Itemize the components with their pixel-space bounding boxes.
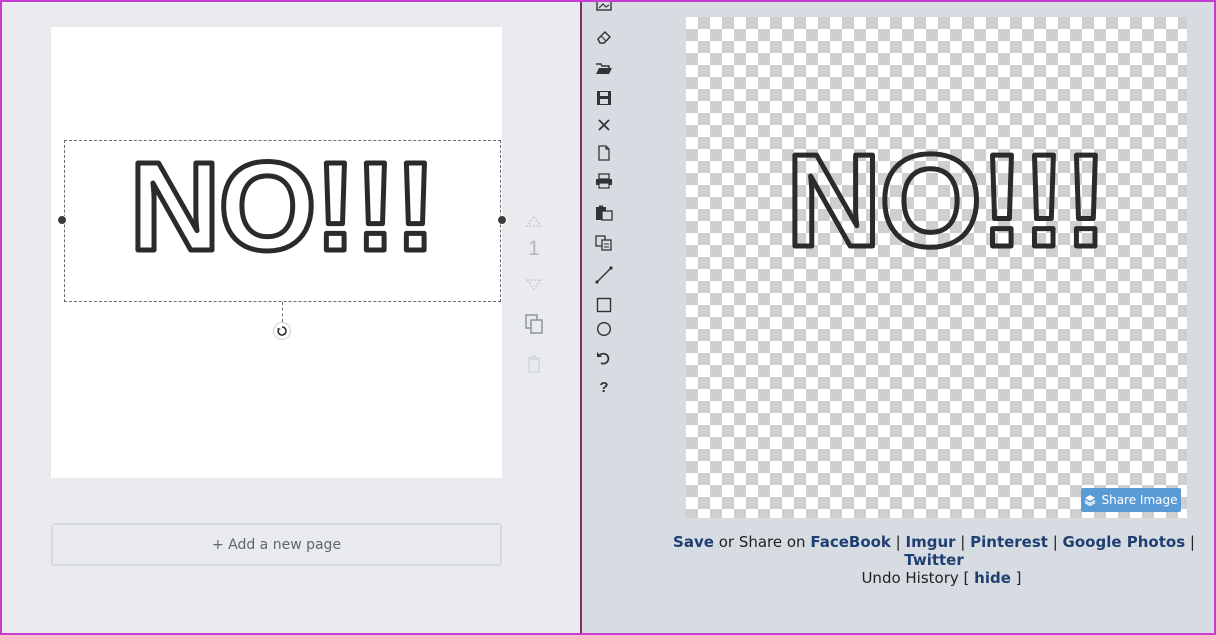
tool-rectangle[interactable] — [592, 294, 616, 316]
bracket-open: [ — [958, 569, 975, 587]
add-page-button[interactable]: + Add a new page — [51, 523, 502, 566]
design-editor-pane: NO!!! 1 + Add a new page — [0, 0, 581, 635]
tool-copy[interactable] — [592, 232, 616, 254]
tool-undo[interactable] — [592, 347, 616, 369]
tool-new[interactable] — [592, 142, 616, 164]
canvas-text-value: NO!!! — [786, 140, 1106, 260]
line-icon — [595, 266, 613, 284]
separator: | — [955, 533, 971, 551]
page-number: 1 — [528, 237, 540, 260]
undo-history-label: Undo History — [861, 569, 959, 587]
copy-icon — [595, 235, 612, 251]
save-icon — [597, 91, 611, 105]
share-text: or Share on — [713, 533, 811, 551]
rotate-connector — [282, 302, 283, 322]
tool-image[interactable] — [592, 0, 616, 16]
facebook-link[interactable]: FaceBook — [810, 533, 891, 551]
paint-app-pane: ? NO!!! Share Image Save or Share on Fac… — [582, 0, 1216, 635]
drawing-canvas[interactable] — [686, 17, 1187, 518]
canvas-text-element: NO!!! — [784, 140, 1111, 260]
tool-close[interactable] — [592, 114, 616, 136]
duplicate-page-button[interactable] — [521, 312, 547, 336]
tool-eraser[interactable] — [592, 26, 616, 48]
save-link[interactable]: Save — [673, 533, 714, 551]
share-image-button[interactable]: Share Image — [1081, 488, 1181, 512]
undo-history: Undo History [ hide ] — [582, 569, 1216, 587]
hide-undo-link[interactable]: hide — [974, 569, 1011, 587]
move-page-down-button[interactable] — [521, 274, 547, 294]
svg-text:?: ? — [599, 379, 608, 394]
resize-handle-left[interactable] — [57, 215, 67, 225]
google-photos-link[interactable]: Google Photos — [1063, 533, 1186, 551]
undo-icon — [597, 352, 610, 365]
tool-help[interactable]: ? — [592, 375, 616, 397]
share-image-label: Share Image — [1101, 493, 1178, 507]
tool-palette: ? — [592, 0, 616, 400]
help-icon: ? — [599, 379, 608, 394]
chevron-up-icon — [526, 216, 542, 227]
resize-handle-right[interactable] — [497, 215, 507, 225]
duplicate-icon — [525, 314, 543, 334]
print-icon — [596, 173, 612, 189]
selection-box[interactable] — [64, 140, 501, 302]
close-icon — [598, 119, 610, 131]
separator: | — [890, 533, 906, 551]
pinterest-link[interactable]: Pinterest — [970, 533, 1048, 551]
share-links: Save or Share on FaceBook | Imgur | Pint… — [612, 533, 1216, 569]
rectangle-icon — [596, 297, 612, 313]
rotate-icon — [277, 326, 287, 336]
tool-save[interactable] — [592, 87, 616, 109]
delete-page-button[interactable] — [521, 352, 547, 376]
imgur-link[interactable]: Imgur — [906, 533, 956, 551]
trash-icon — [527, 355, 541, 373]
move-page-up-button[interactable] — [521, 212, 547, 232]
circle-icon — [596, 321, 612, 337]
image-icon — [596, 0, 612, 11]
tool-open[interactable] — [592, 57, 616, 79]
eraser-icon — [597, 31, 611, 44]
rotate-handle[interactable] — [273, 322, 291, 340]
bracket-close: ] — [1010, 569, 1022, 587]
chevron-down-icon — [526, 279, 542, 290]
paste-icon — [596, 205, 613, 221]
twitter-link[interactable]: Twitter — [904, 551, 964, 569]
separator: | — [1047, 533, 1063, 551]
tool-circle[interactable] — [592, 318, 616, 340]
tool-line[interactable] — [592, 264, 616, 286]
tool-print[interactable] — [592, 170, 616, 192]
new-file-icon — [598, 145, 610, 161]
separator: | — [1185, 533, 1195, 551]
tool-paste[interactable] — [592, 202, 616, 224]
layers-icon — [1085, 495, 1096, 506]
open-folder-icon — [596, 63, 612, 74]
